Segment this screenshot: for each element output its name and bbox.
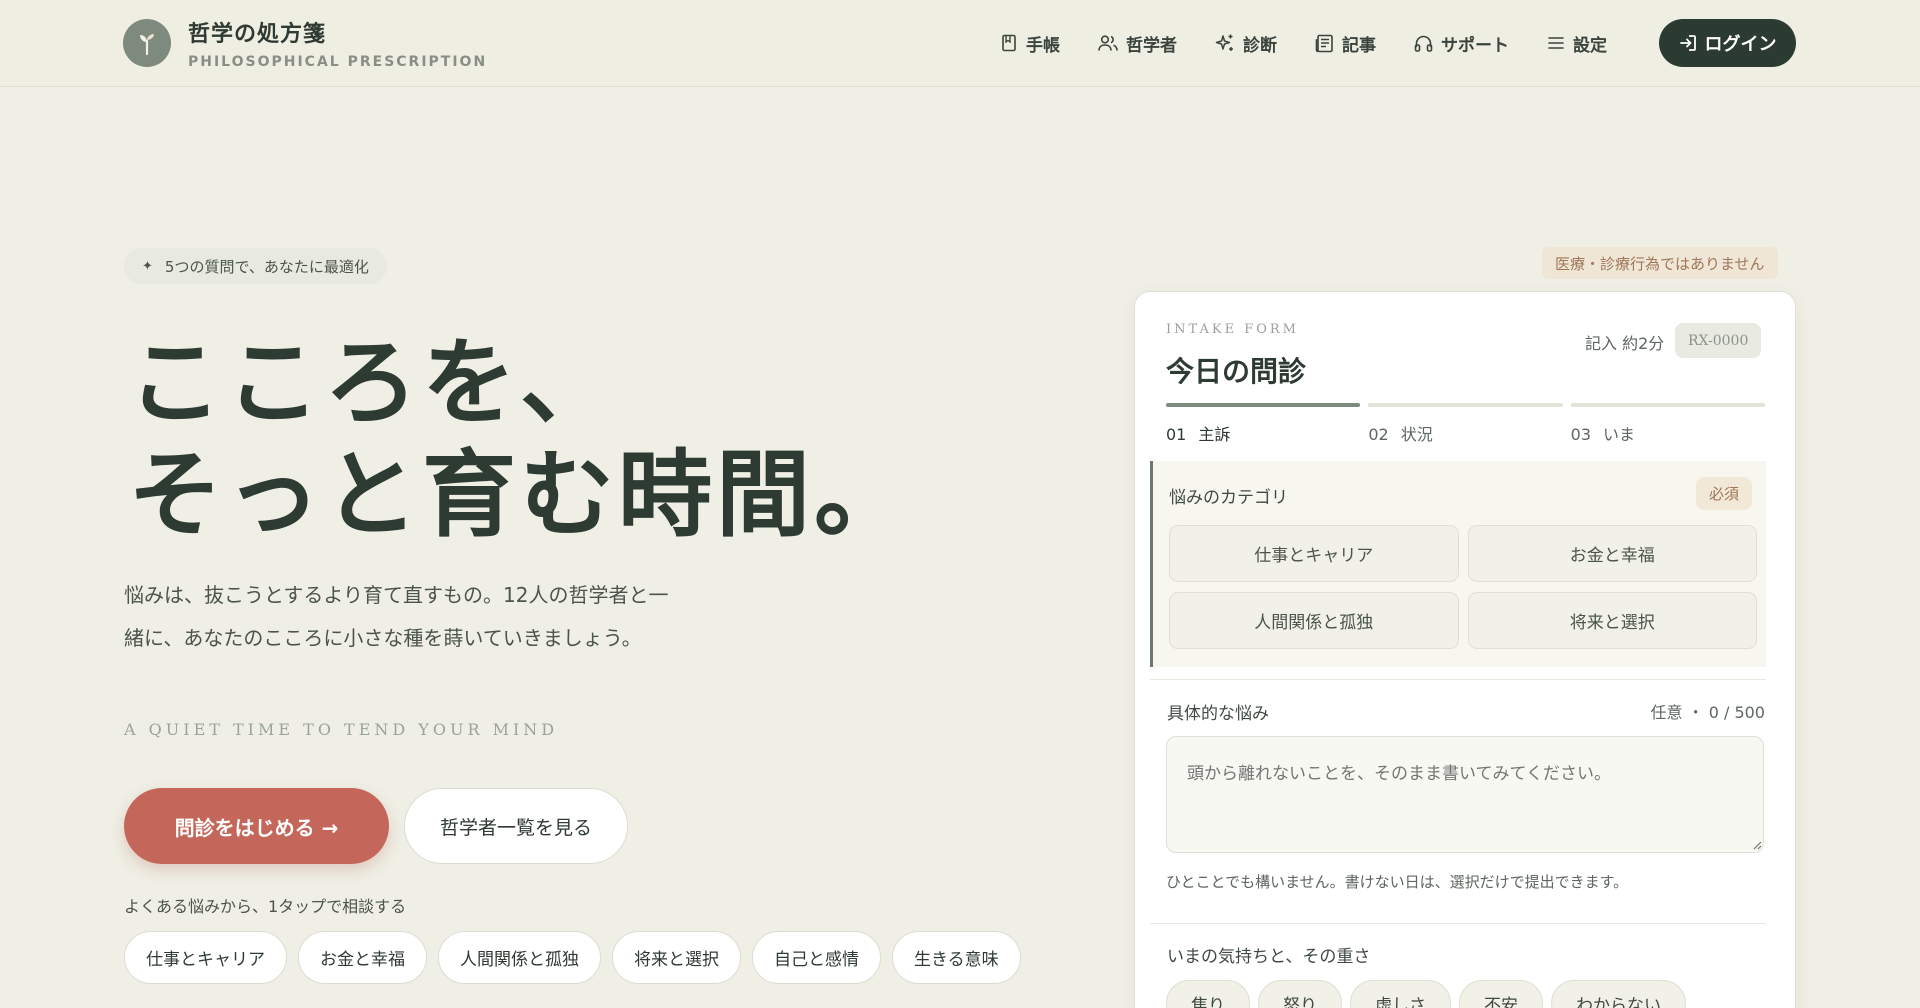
quick-chip-relationships[interactable]: 人間関係と孤独: [438, 931, 601, 984]
logo-icon[interactable]: [123, 19, 171, 67]
category-grid: 仕事とキャリア お金と幸福 人間関係と孤独 将来と選択: [1169, 525, 1757, 649]
category-title: 悩みのカテゴリ: [1169, 488, 1288, 508]
nav-item-articles[interactable]: 記事: [1315, 28, 1376, 58]
rx-code-badge: RX-0000: [1675, 323, 1762, 358]
step-1[interactable]: 01 主訴: [1166, 403, 1361, 445]
detail-helper-text: ひとことでも構いません。書けない日は、選択だけで提出できます。: [1166, 873, 1629, 891]
category-option-future[interactable]: 将来と選択: [1467, 592, 1757, 649]
hero-badge: ✦ 5つの質問で、あなたに最適化: [124, 248, 387, 284]
hero-title-line-1: こころを、: [128, 329, 619, 438]
step-progress-bar: [1166, 403, 1361, 407]
form-title: 今日の問診: [1166, 355, 1307, 388]
nav-item-diagnosis[interactable]: 診断: [1215, 28, 1277, 58]
hero-description: 悩みは、抜こうとするより育て直すもの。12人の哲学者と一緒に、あなたのこころに小…: [124, 583, 669, 650]
main-nav: 手帳 哲学者 診断 記事 サポート 設定: [1000, 28, 1645, 58]
step-progress-bar: [1570, 403, 1765, 407]
notebook-icon: [1002, 34, 1016, 52]
category-section: 悩みのカテゴリ 必須 仕事とキャリア お金と幸福 人間関係と孤独 将来と選択: [1150, 461, 1766, 667]
step-text: 状況: [1400, 425, 1433, 444]
quick-chip-meaning[interactable]: 生きる意味: [892, 931, 1021, 984]
quick-consult-chips: 仕事とキャリア お金と幸福 人間関係と孤独 将来と選択 自己と感情 生きる意味: [124, 931, 1032, 984]
step-label: 01 主訴: [1166, 421, 1360, 445]
category-option-money[interactable]: お金と幸福: [1467, 525, 1757, 582]
headphones-icon: [1414, 35, 1433, 52]
nav-label: 哲学者: [1126, 35, 1177, 56]
site-title[interactable]: 哲学の処方箋: [188, 16, 326, 48]
login-icon: [1679, 35, 1696, 51]
nav-item-notebook[interactable]: 手帳: [1000, 28, 1060, 58]
nav-label: 設定: [1573, 35, 1607, 56]
intake-form-label: INTAKE FORM: [1166, 322, 1299, 337]
quick-consult-label: よくある悩みから、1タップで相談する: [124, 897, 407, 916]
mood-title: いまの気持ちと、その重さ: [1167, 947, 1371, 967]
login-button[interactable]: ログイン: [1659, 19, 1796, 67]
quick-chip-future[interactable]: 将来と選択: [612, 931, 741, 984]
menu-icon: [1548, 37, 1564, 49]
sparkle-icon: ✦: [142, 258, 153, 274]
detail-char-count: 任意 ・ 0 / 500: [1650, 703, 1765, 722]
users-icon: [1098, 35, 1118, 51]
time-estimate: 記入 約2分: [1585, 334, 1665, 353]
step-3[interactable]: 03 いま: [1570, 403, 1765, 445]
mood-chip-impatience[interactable]: 焦り: [1166, 980, 1250, 1008]
intake-form-card: INTAKE FORM 今日の問診 記入 約2分 RX-0000 01 主訴 02…: [1134, 291, 1796, 1008]
sprout-icon: [140, 34, 154, 56]
mood-chip-anxiety[interactable]: 不安: [1459, 980, 1543, 1008]
quick-chip-work[interactable]: 仕事とキャリア: [124, 931, 287, 984]
medical-disclaimer: 医療・診療行為ではありません: [1542, 247, 1778, 279]
nav-item-support[interactable]: サポート: [1414, 28, 1509, 58]
mood-chips: 焦り 怒り 虚しさ 不安 わからない: [1166, 980, 1694, 1008]
step-2[interactable]: 02 状況: [1368, 403, 1563, 445]
detail-title: 具体的な悩み: [1167, 704, 1269, 724]
category-option-relationships[interactable]: 人間関係と孤独: [1169, 592, 1459, 649]
section-divider: [1150, 679, 1766, 680]
hero-english-tagline: A QUIET TIME TO TEND YOUR MIND: [124, 720, 559, 739]
mood-chip-anger[interactable]: 怒り: [1258, 980, 1342, 1008]
hero-title: こころを、 そっと育む時間。: [128, 328, 912, 552]
step-number: 01: [1166, 425, 1187, 444]
site-header: 哲学の処方箋 PHILOSOPHICAL PRESCRIPTION 手帳 哲学者…: [0, 0, 1920, 87]
step-number: 03: [1570, 425, 1592, 444]
resize-handle-icon[interactable]: [1752, 840, 1762, 850]
step-progress-bar: [1368, 403, 1563, 407]
category-option-work[interactable]: 仕事とキャリア: [1169, 525, 1459, 582]
login-label: ログイン: [1704, 34, 1777, 55]
step-number: 02: [1368, 425, 1389, 444]
newspaper-icon: [1315, 34, 1333, 52]
form-steps: 01 主訴 02 状況 03 いま: [1166, 403, 1765, 445]
start-intake-button[interactable]: 問診をはじめる →: [124, 788, 389, 864]
section-divider: [1150, 923, 1766, 924]
sparkles-icon: [1215, 34, 1233, 51]
step-label: 03 いま: [1571, 421, 1765, 445]
step-text: 主訴: [1198, 425, 1231, 444]
nav-label: 記事: [1342, 35, 1376, 56]
mood-chip-unsure[interactable]: わからない: [1551, 980, 1686, 1008]
philosopher-list-button[interactable]: 哲学者一覧を見る: [404, 788, 628, 864]
quick-chip-money[interactable]: お金と幸福: [298, 931, 427, 984]
quick-chip-self[interactable]: 自己と感情: [752, 931, 881, 984]
required-badge: 必須: [1695, 477, 1752, 510]
step-text: いま: [1603, 425, 1636, 444]
nav-label: 手帳: [1026, 35, 1060, 56]
nav-item-philosophers[interactable]: 哲学者: [1098, 28, 1177, 58]
nav-item-settings[interactable]: 設定: [1547, 28, 1607, 58]
hero-title-line-2: そっと育む時間。: [128, 441, 913, 550]
site-subtitle: PHILOSOPHICAL PRESCRIPTION: [188, 54, 488, 70]
hero-badge-text: 5つの質問で、あなたに最適化: [164, 257, 369, 276]
detail-textarea[interactable]: [1166, 736, 1764, 853]
mood-chip-emptiness[interactable]: 虚しさ: [1350, 980, 1451, 1008]
step-label: 02 状況: [1368, 421, 1562, 445]
nav-label: サポート: [1441, 35, 1509, 56]
nav-label: 診断: [1243, 35, 1277, 56]
